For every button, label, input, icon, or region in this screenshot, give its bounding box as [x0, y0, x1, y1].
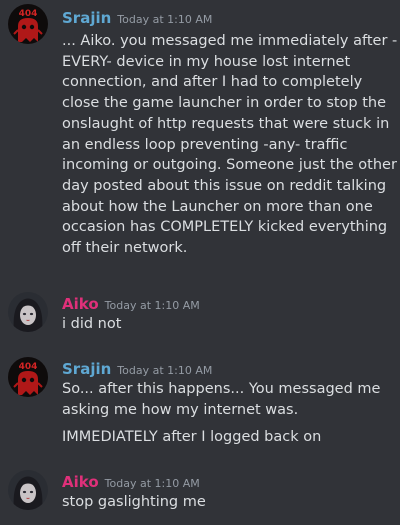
message-timestamp[interactable]: Today at 1:10 AM — [105, 299, 200, 312]
message-line: off their network. — [62, 240, 188, 257]
username-aiko[interactable]: Aiko — [62, 473, 99, 491]
message-header: Srajin Today at 1:10 AM — [62, 8, 212, 27]
username-srajin[interactable]: Srajin — [62, 9, 111, 27]
message-timestamp[interactable]: Today at 1:10 AM — [117, 364, 212, 377]
red-404-ghost-avatar-icon: 404 — [8, 357, 48, 397]
dark-haired-girl-avatar-icon — [8, 470, 48, 510]
message-timestamp[interactable]: Today at 1:10 AM — [105, 477, 200, 490]
message-line: occasion has COMPLETELY kicked everythin… — [62, 219, 388, 236]
message-header: Srajin Today at 1:10 AM — [62, 359, 212, 378]
svg-text:404: 404 — [19, 362, 38, 372]
dark-haired-girl-avatar-icon — [8, 292, 48, 332]
message-line: asking me how my internet was. — [62, 401, 299, 418]
message-content: ... Aiko. you messaged me immediately af… — [62, 31, 398, 259]
svg-text:404: 404 — [19, 9, 38, 19]
message-timestamp[interactable]: Today at 1:10 AM — [117, 13, 212, 26]
message-srajin-2[interactable]: 404 Srajin Today at 1:10 AM So... after t… — [0, 355, 400, 450]
aiko-avatar[interactable] — [8, 292, 48, 332]
message-line: IMMEDIATELY after I logged back on — [62, 429, 322, 445]
username-aiko[interactable]: Aiko — [62, 295, 99, 313]
message-content: i did not — [62, 314, 394, 335]
followup-message-content[interactable]: IMMEDIATELY after I logged back on — [62, 427, 394, 448]
srajin-avatar[interactable]: 404 — [8, 4, 48, 44]
message-content: stop gaslighting me — [62, 492, 394, 513]
message-line: stop gaslighting me — [62, 494, 206, 510]
message-line: EVERY- device in my house lost internet — [62, 53, 351, 70]
message-header: Aiko Today at 1:10 AM — [62, 294, 200, 313]
message-aiko-2[interactable]: Aiko Today at 1:10 AM stop gaslighting me — [0, 468, 400, 518]
message-line: close the game launcher in order to stop… — [62, 95, 387, 112]
message-line: an endless loop preventing -any- traffic — [62, 136, 348, 153]
red-404-ghost-avatar-icon: 404 — [8, 4, 48, 44]
message-line: So... after this happens... You messaged… — [62, 381, 381, 397]
message-line: about how the Launcher on more than one — [62, 198, 373, 215]
message-line: incoming or outgoing. Someone just the o… — [62, 157, 397, 174]
chat-message-list: 404 Srajin Today at 1:10 AM ... Aiko. you… — [0, 0, 400, 525]
message-content: So... after this happens... You messaged… — [62, 379, 394, 420]
aiko-avatar[interactable] — [8, 470, 48, 510]
message-srajin-1[interactable]: 404 Srajin Today at 1:10 AM ... Aiko. you… — [0, 0, 400, 275]
message-line: connection, and after I had to completel… — [62, 74, 363, 91]
message-aiko-1[interactable]: Aiko Today at 1:10 AM i did not — [0, 290, 400, 340]
message-line: i did not — [62, 316, 122, 332]
message-line: day posted about this issue on reddit ta… — [62, 177, 387, 194]
username-srajin[interactable]: Srajin — [62, 360, 111, 378]
message-line: onslaught of http requests that were stu… — [62, 115, 390, 132]
message-line: ... Aiko. you messaged me immediately af… — [62, 33, 398, 49]
message-header: Aiko Today at 1:10 AM — [62, 472, 200, 491]
srajin-avatar[interactable]: 404 — [8, 357, 48, 397]
